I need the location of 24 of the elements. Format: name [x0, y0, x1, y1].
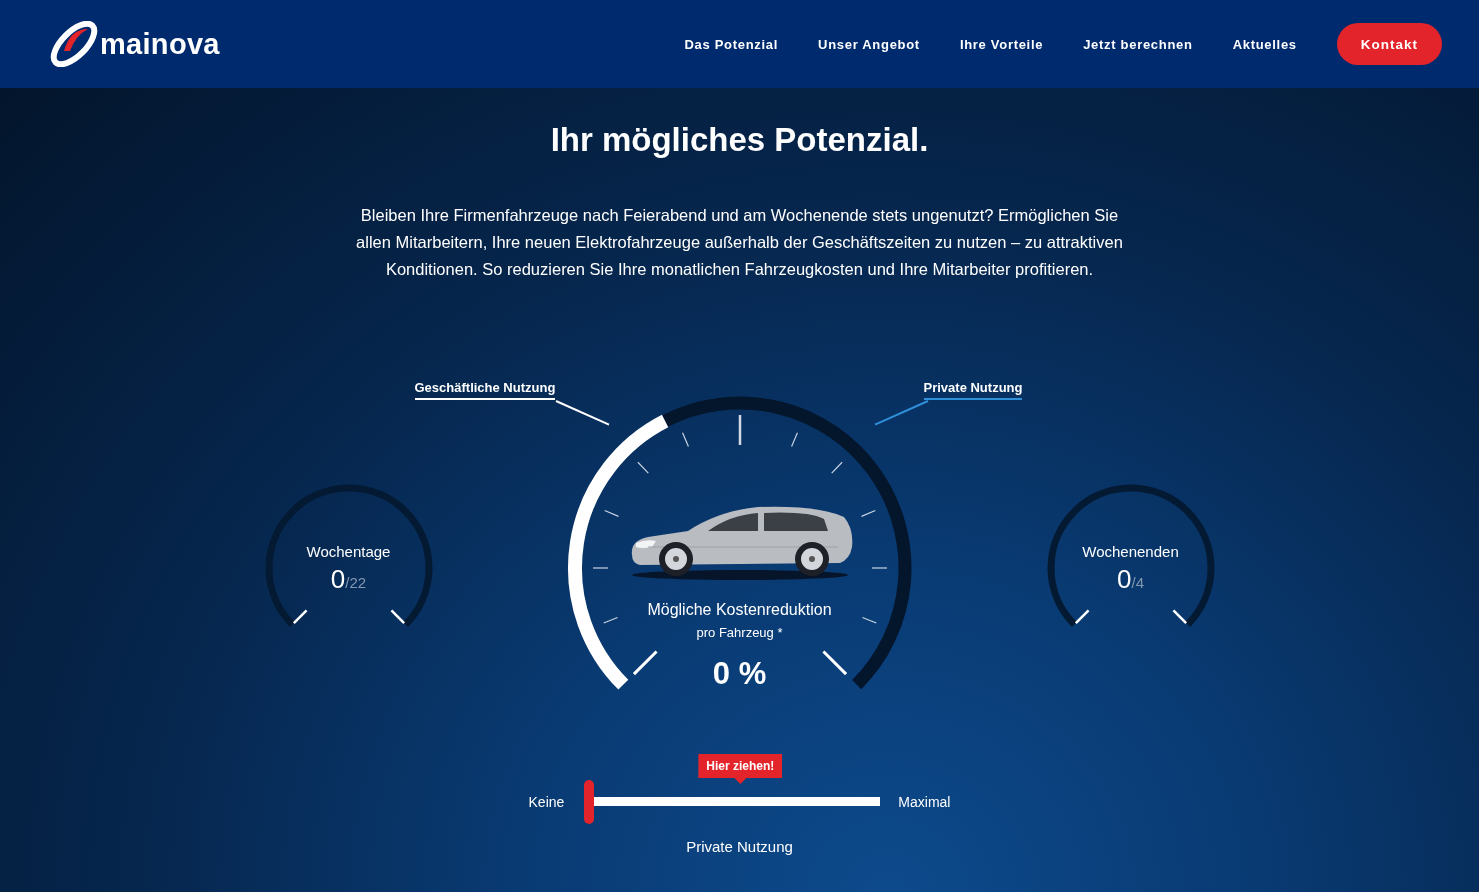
- contact-button[interactable]: Kontakt: [1336, 23, 1442, 65]
- nav-link[interactable]: Ihre Vorteile: [959, 36, 1044, 52]
- slider-min-label: Keine: [528, 794, 565, 810]
- slider-max-label: Maximal: [898, 794, 951, 810]
- nav-link[interactable]: Aktuelles: [1232, 36, 1297, 52]
- drag-hint-tooltip: Hier ziehen!: [698, 754, 783, 784]
- slider-handle[interactable]: [584, 780, 595, 824]
- logo-wordmark[interactable]: mainova: [100, 27, 220, 61]
- private-usage-label: Private Nutzung: [923, 380, 1023, 400]
- intro-paragraph: Bleiben Ihre Firmenfahrzeuge nach Feierabend und am Wochenende stets ungenutzt? Ermöglichen Sie allen Mitarbeitern, Ihre neuen Elektrofahrzeuge außerhalb der Geschäftszeiten zu nutzen – zu attraktiven Konditionen. So reduzieren Sie Ihre monatlichen Fahrzeugkosten und Ihre Mitarbeiter profitieren.: [355, 205, 1124, 280]
- section-title: Ihr mögliches Potenzial.: [550, 120, 929, 160]
- gauge-subcaption: pro Fahrzeug *: [696, 625, 783, 640]
- nav-link[interactable]: Jetzt berechnen: [1083, 36, 1193, 52]
- business-usage-label: Geschäftliche Nutzung: [414, 380, 556, 400]
- slider-label: Private Nutzung: [686, 838, 793, 855]
- nav-link[interactable]: Das Potenzial: [684, 36, 779, 52]
- gauge-value: 0/22: [330, 564, 367, 595]
- nav-link[interactable]: Unser Angebot: [818, 36, 920, 52]
- gauge-value: 0/4: [1117, 564, 1144, 595]
- cost-reduction-value: 0 %: [712, 656, 767, 692]
- logo-swoosh-icon: [50, 21, 98, 67]
- gauge-label: Wochentage: [306, 543, 391, 560]
- gauge-caption: Mögliche Kostenreduktion: [647, 601, 832, 619]
- gauge-label: Wochenenden: [1082, 543, 1179, 560]
